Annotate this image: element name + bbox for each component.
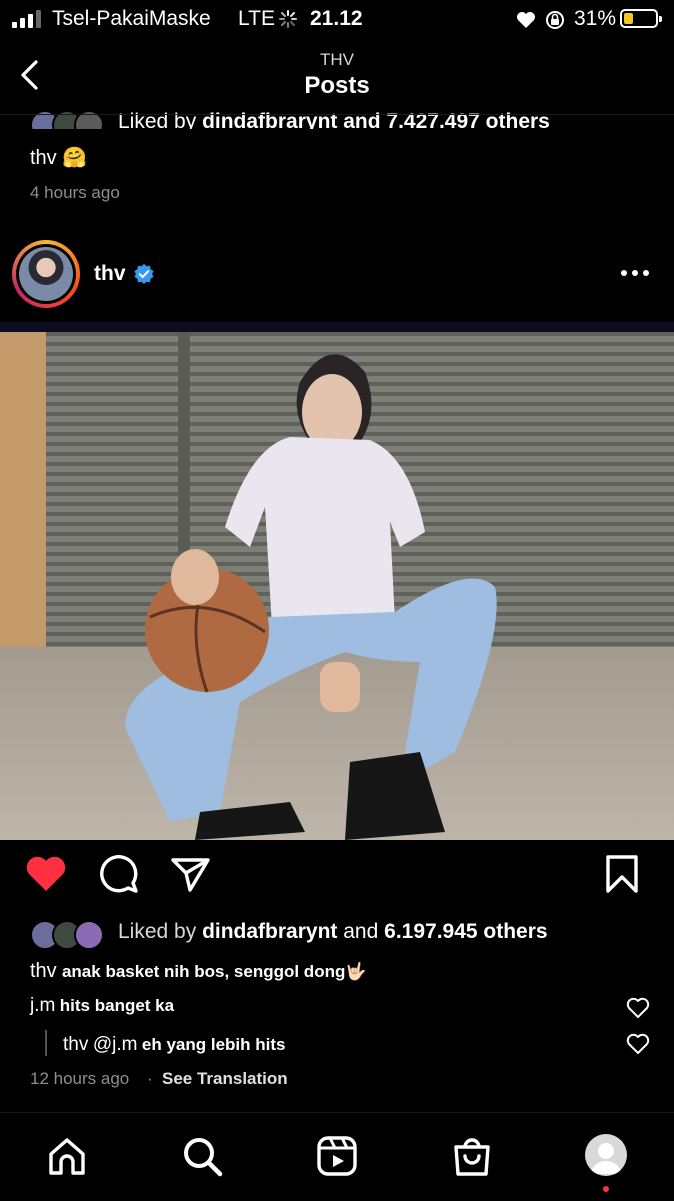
liker-avatars: [30, 110, 104, 129]
bookmark-icon[interactable]: [600, 852, 644, 896]
header-divider: [0, 114, 674, 115]
comment-text: hits banget ka: [59, 996, 175, 1015]
liked-by-user[interactable]: dindafbrarynt: [202, 920, 337, 943]
reply-mention[interactable]: @j.m: [93, 1034, 138, 1055]
carrier-name: Tsel-PakaiMaske: [52, 7, 211, 30]
caption-emoji: 🤗: [62, 147, 88, 169]
page-subtitle: THV: [320, 50, 354, 69]
network-type: LTE: [238, 7, 275, 30]
post-caption: thv anak basket nih bos, senggol dong🤟🏻: [30, 960, 367, 983]
likes-prefix: Liked by: [118, 920, 197, 943]
previous-likes-text[interactable]: Liked by dindafbrarynt and 7.427.497 oth…: [118, 110, 550, 129]
liker-avatar: [74, 920, 104, 950]
see-translation-link[interactable]: See Translation: [162, 1069, 288, 1089]
post-separator: [0, 322, 674, 332]
reply-username[interactable]: thv: [63, 1034, 88, 1055]
liked-by-user[interactable]: dindafbrarynt: [202, 110, 337, 129]
comment-bubble-icon[interactable]: [96, 852, 140, 896]
profile-avatar-icon[interactable]: [585, 1134, 627, 1176]
clock: 21.12: [310, 7, 363, 30]
shop-bag-icon[interactable]: [450, 1134, 494, 1178]
previous-post-timestamp: 4 hours ago: [30, 183, 120, 202]
verified-badge-icon: [134, 264, 154, 284]
status-bar: Tsel-PakaiMaske LTE 21.12 31%: [0, 0, 674, 40]
reply-thread-line: [45, 1030, 47, 1056]
paper-plane-icon[interactable]: [168, 852, 212, 896]
caption-username[interactable]: thv: [30, 960, 57, 982]
meta-separator: ·: [147, 1069, 153, 1088]
reply-like-icon[interactable]: [626, 1033, 650, 1055]
comment: j.m hits banget ka: [30, 995, 174, 1017]
more-dots-icon[interactable]: [620, 268, 650, 278]
post-timestamp: 12 hours ago: [30, 1069, 130, 1088]
heart-status-icon: [517, 12, 535, 28]
heart-filled-icon[interactable]: [24, 852, 68, 896]
likes-prefix: Liked by: [118, 110, 197, 129]
post-likes-text[interactable]: Liked by dindafbrarynt and 6.197.945 oth…: [118, 920, 548, 944]
rotation-lock-icon: [546, 11, 564, 29]
liker-avatars: [30, 920, 104, 950]
battery-percentage: 31%: [574, 7, 617, 30]
page-title: Posts: [304, 72, 370, 99]
search-icon[interactable]: [180, 1134, 224, 1178]
reply: thv @j.m eh yang lebih hits: [63, 1034, 285, 1056]
post-photo[interactable]: [0, 332, 674, 840]
reply-text: eh yang lebih hits: [141, 1035, 286, 1054]
post-username[interactable]: thv: [94, 262, 126, 286]
loading-spinner-icon: [279, 10, 297, 28]
comment-like-icon[interactable]: [626, 997, 650, 1019]
signal-strength-icon: [12, 10, 48, 28]
reels-icon[interactable]: [315, 1134, 359, 1178]
avatar[interactable]: [19, 247, 73, 301]
likes-count[interactable]: 6.197.945 others: [384, 920, 547, 943]
caption-username[interactable]: thv: [30, 147, 57, 169]
likes-suffix[interactable]: and 7.427.497 others: [343, 110, 550, 129]
liker-avatar: [74, 110, 104, 129]
previous-post-caption: thv 🤗: [30, 145, 87, 170]
previous-post-likes: Liked by dindafbrarynt and 7.427.497 oth…: [0, 106, 674, 129]
notification-dot: [603, 1186, 609, 1192]
likes-middle: and: [343, 920, 379, 943]
comment-username[interactable]: j.m: [30, 995, 55, 1016]
caption-text: anak basket nih bos, senggol dong🤟🏻: [61, 962, 367, 981]
home-icon[interactable]: [45, 1134, 89, 1178]
battery-level: [624, 13, 633, 24]
battery-icon: [620, 9, 662, 28]
profile-silhouette-icon: [591, 1143, 621, 1174]
